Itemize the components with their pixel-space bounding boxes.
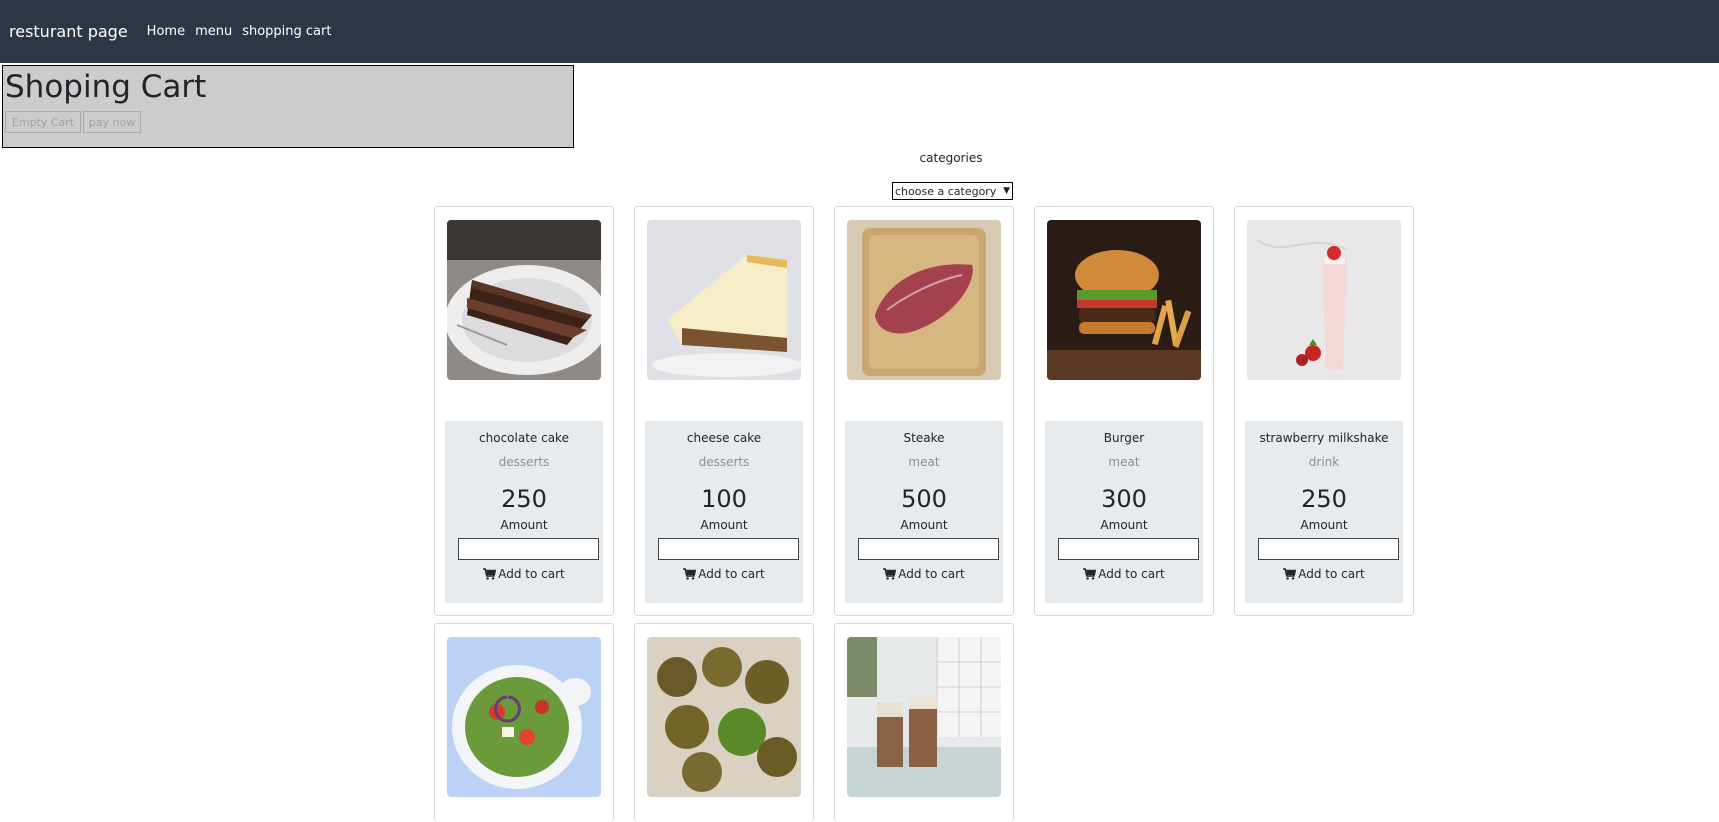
coffee-image <box>847 637 1001 797</box>
add-to-cart-label: Add to cart <box>1098 567 1165 581</box>
product-category: meat <box>908 455 940 469</box>
category-select-value: choose a category <box>895 184 997 198</box>
amount-input[interactable] <box>458 538 599 560</box>
amount-label: Amount <box>500 518 548 532</box>
add-to-cart-label: Add to cart <box>698 567 765 581</box>
add-to-cart-button[interactable]: Add to cart <box>845 567 1003 581</box>
amount-label: Amount <box>1300 518 1348 532</box>
product-card <box>834 623 1014 822</box>
add-to-cart-button[interactable]: Add to cart <box>1245 567 1403 581</box>
amount-label: Amount <box>700 518 748 532</box>
product-card: Steake meat 500 Amount Add to cart <box>834 206 1014 616</box>
product-info: chocolate cake desserts 250 Amount Add t… <box>445 421 603 603</box>
add-to-cart-label: Add to cart <box>498 567 565 581</box>
product-card <box>634 623 814 822</box>
nav-link-menu[interactable]: menu <box>195 24 232 39</box>
amount-input[interactable] <box>658 538 799 560</box>
cart-title: Shoping Cart <box>5 69 207 105</box>
category-select[interactable]: choose a category ▼ <box>892 182 1013 200</box>
cart-icon <box>1083 568 1097 580</box>
empty-cart-button[interactable]: Empty Cart <box>5 111 81 133</box>
product-card: cheese cake desserts 100 Amount Add to c… <box>634 206 814 616</box>
cheese-cake-image <box>647 220 801 380</box>
nav-link-shopping-cart[interactable]: shopping cart <box>242 24 331 39</box>
amount-input[interactable] <box>1058 538 1199 560</box>
burger-image <box>1047 220 1201 380</box>
amount-input[interactable] <box>858 538 999 560</box>
product-price: 100 <box>701 485 747 513</box>
cart-icon <box>883 568 897 580</box>
product-card: strawberry milkshake drink 250 Amount Ad… <box>1234 206 1414 616</box>
navbar: resturant page Home menu shopping cart <box>0 0 1719 63</box>
product-name: strawberry milkshake <box>1259 431 1389 445</box>
product-card: chocolate cake desserts 250 Amount Add t… <box>434 206 614 616</box>
product-card: Burger meat 300 Amount Add to cart <box>1034 206 1214 616</box>
chevron-down-icon: ▼ <box>1003 186 1010 196</box>
product-name: Steake <box>903 431 945 445</box>
steak-image <box>847 220 1001 380</box>
add-to-cart-button[interactable]: Add to cart <box>1045 567 1203 581</box>
product-info: Steake meat 500 Amount Add to cart <box>845 421 1003 603</box>
product-category: drink <box>1308 455 1340 469</box>
add-to-cart-button[interactable]: Add to cart <box>445 567 603 581</box>
brand-title[interactable]: resturant page <box>9 22 128 41</box>
amount-label: Amount <box>900 518 948 532</box>
product-name: cheese cake <box>686 431 762 445</box>
shopping-cart-panel: Shoping Cart Empty Cart pay now <box>2 65 574 148</box>
product-info: Burger meat 300 Amount Add to cart <box>1045 421 1203 603</box>
product-card <box>434 623 614 822</box>
chocolate-cake-image <box>447 220 601 380</box>
categories-label: categories <box>919 151 983 165</box>
product-price: 250 <box>501 485 547 513</box>
add-to-cart-label: Add to cart <box>898 567 965 581</box>
amount-label: Amount <box>1100 518 1148 532</box>
product-category: desserts <box>698 455 750 469</box>
product-category: meat <box>1108 455 1140 469</box>
salad-image <box>447 637 601 797</box>
cart-icon <box>483 568 497 580</box>
milkshake-image <box>1247 220 1401 380</box>
product-price: 250 <box>1301 485 1347 513</box>
amount-input[interactable] <box>1258 538 1399 560</box>
cart-icon <box>1283 568 1297 580</box>
cart-icon <box>683 568 697 580</box>
pay-now-button[interactable]: pay now <box>83 111 141 133</box>
nav-link-home[interactable]: Home <box>147 24 185 39</box>
add-to-cart-button[interactable]: Add to cart <box>645 567 803 581</box>
product-name: chocolate cake <box>479 431 569 445</box>
product-name: Burger <box>1103 431 1145 445</box>
falafel-image <box>647 637 801 797</box>
product-info: cheese cake desserts 100 Amount Add to c… <box>645 421 803 603</box>
product-price: 500 <box>901 485 947 513</box>
product-category: desserts <box>498 455 550 469</box>
product-info: strawberry milkshake drink 250 Amount Ad… <box>1245 421 1403 603</box>
add-to-cart-label: Add to cart <box>1298 567 1365 581</box>
product-price: 300 <box>1101 485 1147 513</box>
